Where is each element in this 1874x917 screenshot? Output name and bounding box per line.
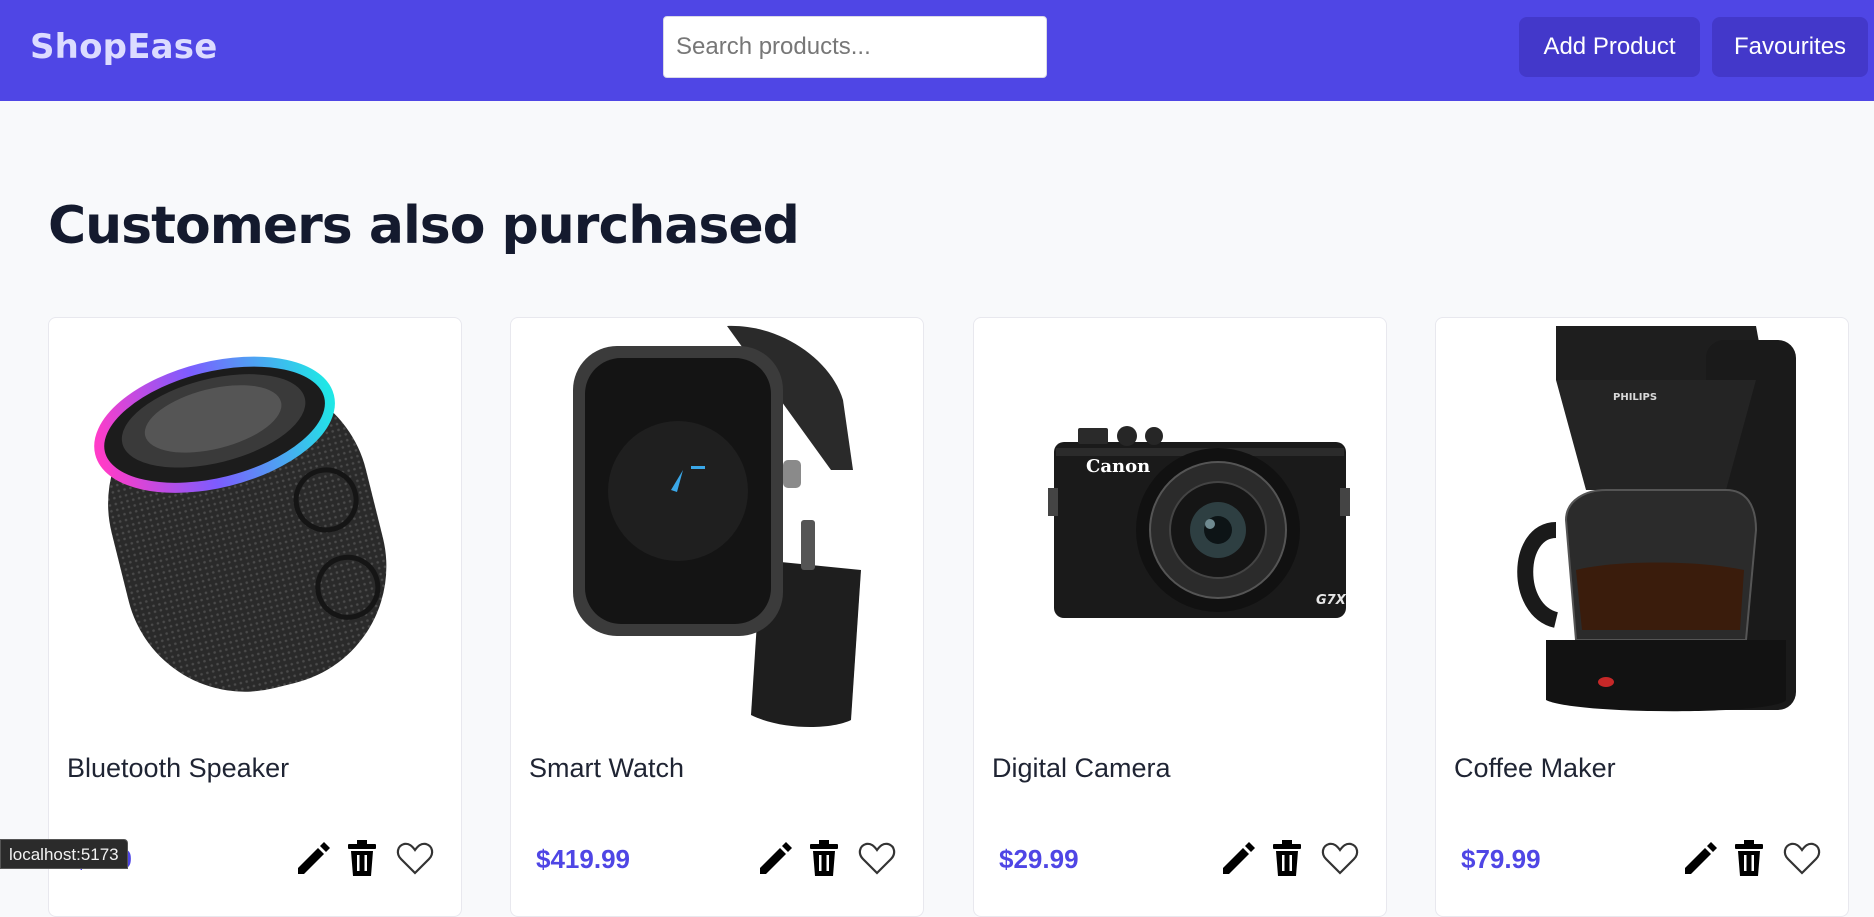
navbar: ShopEase Add Product Favourites: [0, 0, 1874, 101]
product-card[interactable]: Canon G7X Digital Camera $29.99: [973, 317, 1387, 917]
edit-icon[interactable]: [1681, 838, 1721, 878]
add-product-button[interactable]: Add Product: [1519, 17, 1700, 77]
status-bar-url: localhost:5173: [0, 839, 128, 869]
product-card[interactable]: Smart Watch $419.99: [510, 317, 924, 917]
heart-icon[interactable]: [857, 838, 897, 878]
coffee-brand-label: PHILIPS: [1613, 392, 1657, 403]
product-name[interactable]: Smart Watch: [529, 753, 684, 784]
camera-brand-label: Canon: [1086, 456, 1150, 477]
heart-icon[interactable]: [1782, 838, 1822, 878]
trash-icon[interactable]: [1267, 838, 1307, 878]
product-price: $419.99: [536, 844, 630, 874]
camera-model-label: G7X: [1316, 593, 1347, 608]
product-name[interactable]: Bluetooth Speaker: [67, 753, 289, 784]
digital-camera-image: Canon G7X: [1048, 426, 1350, 618]
smart-watch-image: [573, 325, 861, 727]
edit-icon[interactable]: [756, 838, 796, 878]
trash-icon[interactable]: [804, 838, 844, 878]
product-card[interactable]: PHILIPS Coffee Maker $79.99: [1435, 317, 1849, 917]
coffee-maker-image: PHILIPS: [1517, 326, 1796, 712]
brand-logo[interactable]: ShopEase: [30, 27, 217, 67]
favourites-button[interactable]: Favourites: [1712, 17, 1868, 77]
trash-icon[interactable]: [1729, 838, 1769, 878]
heart-icon[interactable]: [395, 838, 435, 878]
product-card[interactable]: Bluetooth Speaker $..99: [48, 317, 462, 917]
search-input[interactable]: [663, 16, 1047, 78]
heart-icon[interactable]: [1320, 838, 1360, 878]
bluetooth-speaker-image: [94, 356, 387, 692]
edit-icon[interactable]: [294, 838, 334, 878]
product-name[interactable]: Coffee Maker: [1454, 753, 1616, 784]
edit-icon[interactable]: [1219, 838, 1259, 878]
section-title: Customers also purchased: [48, 196, 800, 256]
product-name[interactable]: Digital Camera: [992, 753, 1171, 784]
product-price: $29.99: [999, 844, 1079, 874]
trash-icon[interactable]: [342, 838, 382, 878]
product-price: $79.99: [1461, 844, 1541, 874]
